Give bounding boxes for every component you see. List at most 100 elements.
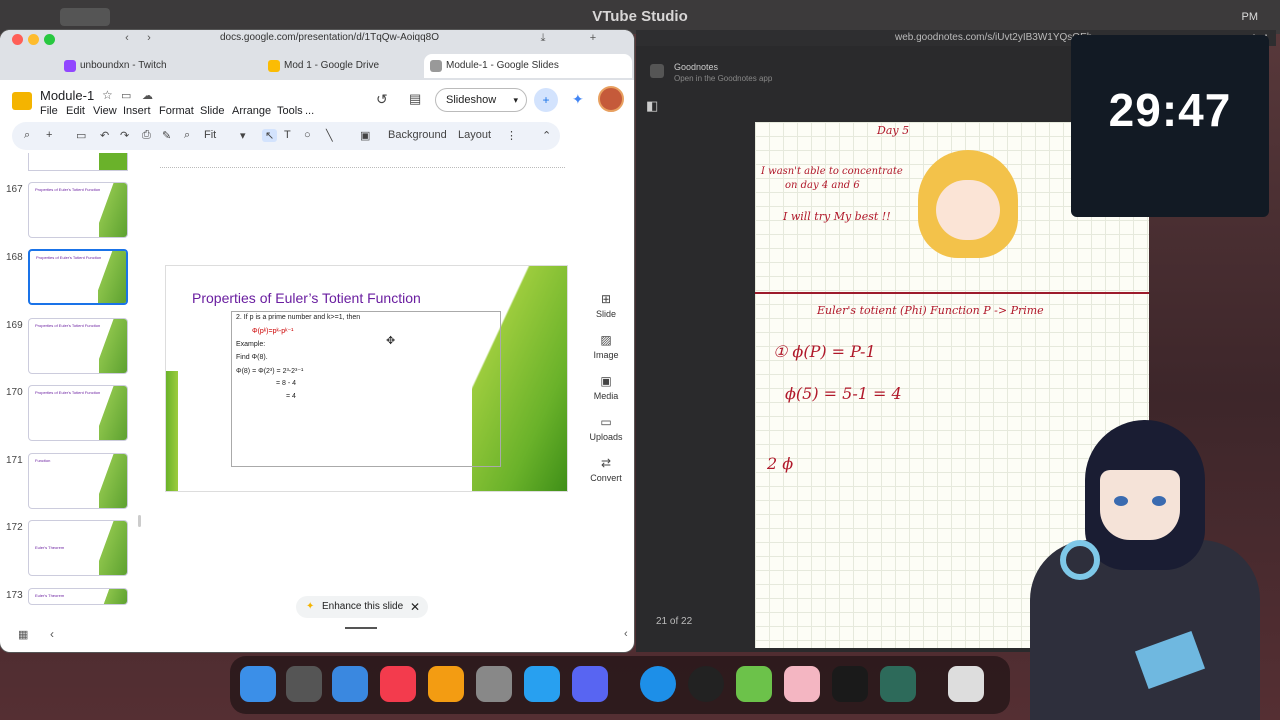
slide-canvas[interactable]: Properties of Euler’s Totient Function 2… — [166, 266, 567, 491]
slides-tab-icon — [430, 60, 442, 72]
pages-icon[interactable] — [428, 666, 464, 702]
menu-insert[interactable]: Insert — [123, 105, 151, 117]
minimize-window-button[interactable] — [28, 34, 39, 45]
collapse-side-panel-icon[interactable]: ‹ — [624, 628, 628, 640]
menu-more[interactable]: ... — [305, 105, 314, 117]
star-icon[interactable]: ☆ — [102, 88, 113, 102]
slide-body-textbox[interactable]: 2. If p is a prime number and k>=1, then… — [231, 311, 501, 467]
slide-thumbnail[interactable]: Properties of Euler's Totient Function — [28, 182, 128, 238]
chevron-down-icon[interactable]: ▾ — [513, 89, 518, 111]
slide-thumbnail[interactable]: Properties of Euler's Totient Function — [28, 385, 128, 441]
enhance-slide-chip[interactable]: ✦ Enhance this slide ✕ — [296, 596, 428, 618]
search-icon[interactable]: ⌕ — [24, 129, 30, 142]
undo-icon[interactable]: ↶ — [100, 129, 109, 142]
history-icon[interactable]: ↺ — [376, 91, 388, 108]
close-icon[interactable]: ✕ — [410, 596, 420, 618]
comments-icon[interactable]: ▤ — [409, 91, 421, 107]
slide-thumbnail[interactable]: Euler's Theorem — [28, 520, 128, 576]
add-icon[interactable]: + — [46, 129, 52, 141]
slide-text-line: Find Φ(8). — [236, 354, 268, 361]
sidebar-toggle-icon[interactable]: ◧ — [646, 98, 658, 114]
activity-monitor-icon[interactable] — [832, 666, 868, 702]
background-button[interactable]: Background — [388, 129, 447, 141]
download-icon[interactable]: ⤓ — [536, 32, 550, 44]
note-equation: ① ϕ(P) = P-1 — [773, 342, 876, 361]
insert-comment-icon[interactable]: ▣ — [360, 129, 370, 142]
slide-number: 172 — [6, 522, 23, 533]
print-icon[interactable]: ⎙ — [142, 129, 151, 142]
slideshow-button[interactable]: Slideshow ▾ — [435, 88, 527, 112]
layout-button[interactable]: Layout — [458, 129, 491, 141]
menu-arrange[interactable]: Arrange — [232, 105, 271, 117]
settings-icon[interactable] — [476, 666, 512, 702]
slide-number: 173 — [6, 590, 23, 601]
zoom-select[interactable]: Fit — [204, 129, 216, 141]
maximize-window-button[interactable] — [44, 34, 55, 45]
dock — [230, 656, 1010, 714]
menu-view[interactable]: View — [93, 105, 117, 117]
speaker-notes-handle[interactable] — [345, 627, 377, 629]
new-tab-icon[interactable]: + — [586, 32, 600, 44]
address-bar[interactable]: docs.google.com/presentation/d/1TqQw-Aoi… — [220, 31, 480, 45]
gemini-icon[interactable]: ✦ — [572, 91, 584, 108]
document-title[interactable]: Module-1 — [40, 88, 94, 103]
back-arrow-icon[interactable]: ‹ — [120, 32, 134, 44]
more-options-icon[interactable]: ⋮ — [506, 129, 517, 142]
avatar[interactable] — [598, 86, 624, 112]
ruler — [160, 162, 565, 168]
obs-icon[interactable] — [688, 666, 724, 702]
slide-title[interactable]: Properties of Euler’s Totient Function — [192, 290, 421, 306]
mail-icon[interactable] — [332, 666, 368, 702]
uploads-button[interactable]: ▭ Uploads — [580, 415, 632, 442]
script-editor-icon[interactable] — [736, 666, 772, 702]
altstore-icon[interactable] — [524, 666, 560, 702]
tab-google-drive[interactable]: Mod 1 - Google Drive — [262, 54, 422, 78]
folder-icon: ▭ — [600, 415, 612, 429]
discord-icon[interactable] — [572, 666, 608, 702]
slide-thumbnail[interactable]: Properties of Euler's Totient Function — [28, 318, 128, 374]
zoom-chevron-down-icon[interactable]: ▾ — [240, 129, 246, 142]
dictionary-icon[interactable] — [880, 666, 916, 702]
slide-thumbnail[interactable]: Function — [28, 453, 128, 509]
menu-edit[interactable]: Edit — [66, 105, 85, 117]
menu-format[interactable]: Format — [159, 105, 194, 117]
downloads-icon[interactable] — [948, 666, 984, 702]
insert-media-button[interactable]: ▣ Media — [580, 374, 632, 401]
petal-icon[interactable] — [784, 666, 820, 702]
goodnotes-url[interactable]: web.goodnotes.com/s/iUvt2yIB3W1YQsQEh — [895, 32, 1092, 43]
chibi-sticker — [918, 150, 1018, 258]
redo-icon[interactable]: ↷ — [120, 129, 129, 142]
music-icon[interactable] — [380, 666, 416, 702]
new-slide-icon[interactable]: ▭ — [76, 129, 86, 142]
share-icon[interactable]: + — [534, 88, 558, 112]
slide-number: 167 — [6, 184, 23, 195]
menu-slide[interactable]: Slide — [200, 105, 224, 117]
close-window-button[interactable] — [12, 34, 23, 45]
select-cursor-icon[interactable]: ↖ — [262, 129, 278, 142]
menu-file[interactable]: File — [40, 105, 58, 117]
tab-google-slides[interactable]: Module-1 - Google Slides — [424, 54, 632, 78]
menu-tools[interactable]: Tools — [277, 105, 303, 117]
collapse-toolbar-icon[interactable]: ⌃ — [542, 129, 551, 142]
slide-thumbnail-selected[interactable]: Properties of Euler's Totient Function — [28, 249, 128, 305]
launchpad-icon[interactable] — [286, 666, 322, 702]
convert-button[interactable]: ⇄ Convert — [580, 456, 632, 483]
text-box-icon[interactable]: T — [284, 129, 291, 141]
collapse-filmstrip-icon[interactable]: ‹ — [50, 627, 54, 641]
shape-icon[interactable]: ○ — [304, 129, 311, 141]
insert-slide-button[interactable]: ⊞ Slide — [580, 292, 632, 319]
thumbnail-partial-top[interactable] — [28, 153, 128, 171]
slide-thumbnail[interactable]: Euler's Theorem — [28, 588, 128, 605]
tab-twitch[interactable]: unboundxn - Twitch — [58, 54, 258, 78]
safari-icon[interactable] — [640, 666, 676, 702]
forward-arrow-icon[interactable]: › — [142, 32, 156, 44]
insert-image-button[interactable]: ▨ Image — [580, 333, 632, 360]
grid-view-icon[interactable]: ▦ — [18, 628, 28, 641]
slides-logo-icon[interactable] — [12, 92, 32, 110]
move-folder-icon[interactable]: ▭ — [121, 89, 131, 102]
paint-format-icon[interactable]: ✎ — [162, 129, 171, 142]
zoom-icon[interactable]: ⌕ — [184, 129, 190, 142]
line-icon[interactable]: ╲ — [326, 129, 333, 142]
filmstrip-scrollbar[interactable] — [138, 515, 141, 527]
finder-icon[interactable] — [240, 666, 276, 702]
